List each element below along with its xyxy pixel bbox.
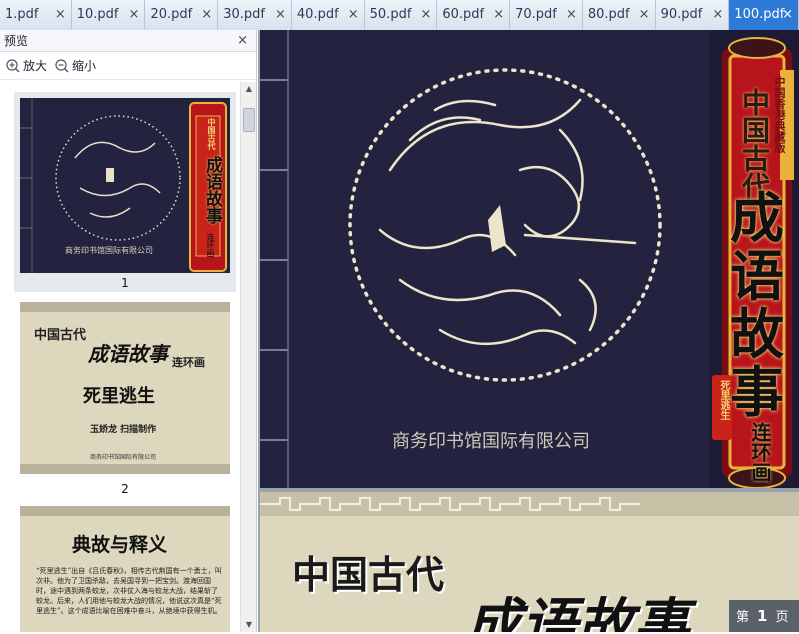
thumbnail-page-number: 2 — [121, 482, 129, 496]
tab-10-pdf[interactable]: 10.pdf × — [71, 0, 146, 30]
thumbnail-1-series: 中国古代 — [207, 118, 216, 150]
thumbnail-1-publisher: 商务印书馆国际有限公司 — [65, 246, 153, 255]
thumbnail-page-1[interactable]: 商务印书馆国际有限公司 中国古代 成语故事 连环画 1 — [20, 98, 230, 290]
zoom-out-label: 缩小 — [72, 59, 97, 73]
cover-side-title: 死里逃生 — [718, 380, 729, 420]
tab-50-pdf[interactable]: 50.pdf × — [364, 0, 438, 30]
tab-label: 90.pdf — [660, 7, 703, 22]
page-indicator: 第1页 — [729, 600, 799, 632]
close-icon[interactable]: × — [639, 0, 650, 30]
close-icon[interactable]: × — [55, 0, 66, 30]
thumbnail-3-heading: 典故与释义 — [72, 534, 168, 556]
thumbnail-page-2[interactable]: 中国古代 成语故事 连环画 死里逃生 玉娇龙 扫描制作 商务印书馆国际有限公司 … — [20, 302, 230, 496]
tab-80-pdf[interactable]: 80.pdf × — [582, 0, 656, 30]
close-icon[interactable]: × — [348, 0, 359, 30]
thumbnail-1-title: 成语故事 — [202, 156, 222, 224]
thumbnail-2-story: 死里逃生 — [83, 386, 155, 407]
cover-title-char: 事 — [730, 361, 784, 424]
tab-30-pdf[interactable]: 30.pdf × — [218, 0, 292, 30]
zoom-in-icon — [6, 58, 20, 72]
document-page-1: 中国香港典藏版 中国古代 成 语 故 事 连环画 死里逃生 商务印书馆国际有限公… — [260, 30, 799, 488]
close-icon[interactable]: × — [201, 0, 212, 30]
thumbnail-page-number: 1 — [121, 276, 129, 290]
cover-title-char: 故 — [730, 303, 784, 366]
thumbnail-2-sub: 连环画 — [172, 356, 205, 369]
preview-panel: 预览 × 放大 缩小 商务印书馆国际有限公司 中国古代 成语故事 连环画 1 中… — [0, 30, 257, 632]
close-icon[interactable]: × — [129, 0, 140, 30]
close-icon[interactable]: × — [493, 0, 504, 30]
tab-label: 30.pdf — [223, 7, 265, 22]
document-view[interactable]: 中国香港典藏版 中国古代 成 语 故 事 连环画 死里逃生 商务印书馆国际有限公… — [258, 30, 799, 632]
page-2-series: 中国古代 — [292, 553, 445, 597]
tab-label: 100.pdf — [734, 7, 785, 22]
cover-sub: 连环画 — [748, 422, 772, 482]
thumbnail-page-3[interactable]: 典故与释义 “死里逃生”出自《吕氏春秋》，相传古代荆国有一个勇士，叫次非。他为了… — [20, 506, 230, 632]
zoom-out-icon — [55, 58, 69, 72]
tab-label: 80.pdf — [587, 7, 630, 22]
page-indicator-prefix: 第 — [736, 610, 750, 625]
tab-90-pdf[interactable]: 90.pdf × — [655, 0, 730, 30]
zoom-in-label: 放大 — [23, 59, 48, 73]
tab-label: 70.pdf — [515, 7, 557, 22]
zoom-toolbar: 放大 缩小 — [0, 52, 256, 80]
tab-label: 1.pdf — [5, 7, 39, 22]
zoom-in-button[interactable]: 放大 — [6, 57, 47, 74]
tab-label: 40.pdf — [296, 7, 339, 22]
zoom-out-button[interactable]: 缩小 — [55, 57, 96, 74]
scroll-down-icon[interactable]: ▼ — [241, 618, 257, 632]
close-icon[interactable]: × — [420, 0, 431, 30]
cover-title-char: 语 — [730, 245, 784, 308]
thumbnail-scrollbar[interactable]: ▲ ▼ — [240, 82, 256, 632]
close-icon[interactable]: × — [566, 0, 577, 30]
thumbnail-2-credit: 玉娇龙 扫描制作 — [90, 425, 157, 435]
thumbnail-1-sub: 连环画 — [206, 233, 215, 257]
tab-1-pdf[interactable]: 1.pdf × — [0, 0, 72, 30]
tab-20-pdf[interactable]: 20.pdf × — [145, 0, 219, 30]
tab-70-pdf[interactable]: 70.pdf × — [510, 0, 583, 30]
preview-title: 预览 — [4, 34, 29, 48]
tab-bar: 1.pdf × 10.pdf × 20.pdf × 30.pdf × 40.pd… — [0, 0, 799, 30]
page-2-title: 成语故事 — [465, 593, 689, 632]
cover-title: 成 语 故 事 — [722, 190, 792, 422]
document-page-2: 中国古代 成语故事 — [260, 492, 799, 632]
page-indicator-suffix: 页 — [775, 610, 789, 625]
close-icon[interactable]: × — [712, 0, 723, 30]
scroll-thumb[interactable] — [243, 108, 255, 132]
tab-label: 10.pdf — [76, 7, 119, 22]
tab-100-pdf[interactable]: 100.pdf × — [729, 0, 799, 30]
thumbnail-2-publisher: 商务印书馆国际有限公司 — [90, 454, 157, 461]
tab-label: 60.pdf — [442, 7, 485, 22]
tab-40-pdf[interactable]: 40.pdf × — [291, 0, 365, 30]
tab-label: 50.pdf — [369, 7, 412, 22]
thumbnail-2-series: 中国古代 — [34, 328, 87, 343]
tab-label: 20.pdf — [150, 7, 193, 22]
current-page-number: 1 — [757, 607, 768, 625]
close-icon[interactable]: × — [782, 0, 793, 30]
thumbnail-3-body: “死里逃生”出自《吕氏春秋》，相传古代荆国有一个勇士，叫次非。他为了卫国杀敌，去… — [36, 567, 222, 615]
close-icon[interactable]: × — [237, 30, 248, 52]
thumbnail-2-title: 成语故事 — [88, 342, 168, 366]
scroll-up-icon[interactable]: ▲ — [241, 82, 257, 96]
cover-publisher: 商务印书馆国际有限公司 — [392, 431, 590, 452]
cover-title-char: 成 — [730, 187, 784, 250]
close-icon[interactable]: × — [275, 0, 286, 30]
tab-60-pdf[interactable]: 60.pdf × — [437, 0, 511, 30]
thumbnail-list: 商务印书馆国际有限公司 中国古代 成语故事 连环画 1 中国古代 成语故事 连环… — [0, 82, 240, 632]
preview-panel-header: 预览 × — [0, 30, 256, 52]
cover-badge: 中国香港典藏版 — [773, 76, 786, 153]
cover-series: 中国古代 — [738, 88, 771, 200]
